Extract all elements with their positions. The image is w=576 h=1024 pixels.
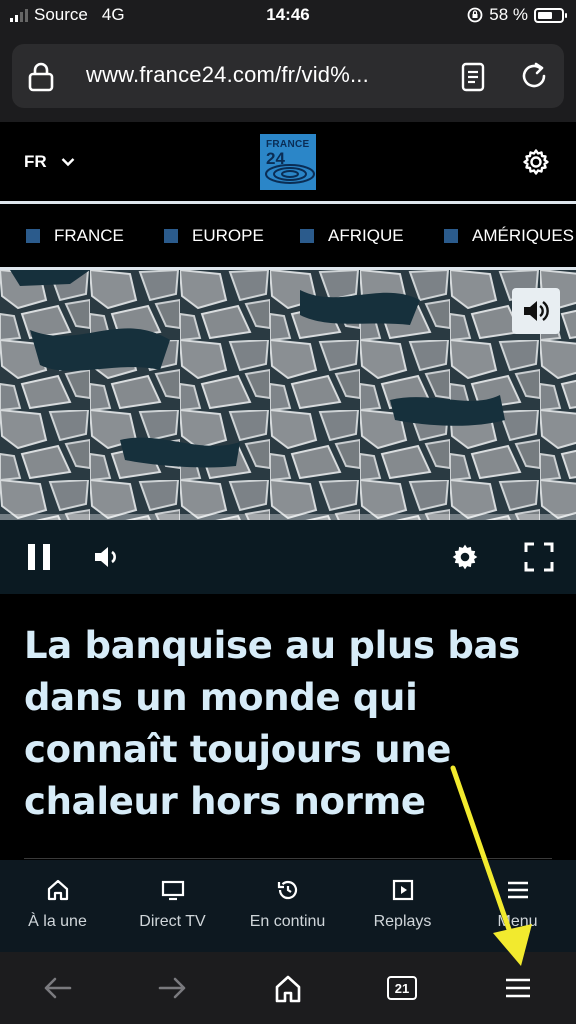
volume-icon[interactable] [92,542,122,572]
browser-address-area: www.france24.com/fr/vid%... [0,32,576,122]
category-label: FRANCE [54,226,124,245]
nav-label: Replays [373,913,432,930]
pause-icon[interactable] [26,542,52,572]
unmute-button[interactable] [512,288,560,334]
category-marker [300,229,314,243]
category-marker [164,229,178,243]
nav-label: Direct TV [139,913,206,930]
browser-menu-icon[interactable] [504,974,532,1002]
chevron-down-icon [61,158,75,167]
tabs-button[interactable]: 21 [387,976,417,1000]
category-label: EUROPE [192,226,264,245]
video-settings-icon[interactable] [450,542,480,572]
status-right: 58 % [467,5,567,25]
home-button-icon[interactable] [274,974,302,1004]
video-controls [0,520,576,594]
site-bottom-nav: À la une Direct TV En continu Replays Me… [0,860,576,952]
menu-icon [507,881,528,899]
video-player[interactable] [0,270,576,520]
home-icon [47,879,68,901]
category-marker [26,229,40,243]
logo-waves-icon [265,164,315,184]
category-afrique[interactable]: AFRIQUE [300,226,404,246]
language-selector[interactable]: FR [24,152,75,172]
category-marker [444,229,458,243]
replay-icon [392,879,413,901]
fullscreen-icon[interactable] [524,542,554,572]
nav-item-menu[interactable]: Menu [460,860,575,952]
nav-item-replays[interactable]: Replays [345,860,460,952]
nav-item-en-continu[interactable]: En continu [230,860,345,952]
back-arrow-icon[interactable] [42,974,74,1002]
url-text[interactable]: www.france24.com/fr/vid%... [86,62,369,88]
nav-label: À la une [28,913,87,930]
reload-icon[interactable] [518,60,550,92]
speaker-icon [524,301,549,321]
category-label: AMÉRIQUES [472,226,575,245]
history-icon [277,880,297,900]
address-bar[interactable]: www.france24.com/fr/vid%... [12,44,564,108]
category-nav: FRANCE EUROPE AFRIQUE AMÉRIQUES [0,204,576,268]
nav-item-a-la-une[interactable]: À la une [0,860,115,952]
orientation-lock-icon [467,7,483,23]
video-frame-sea-ice [0,270,576,520]
article-headline: La banquise au plus bas dans un monde qu… [24,624,520,823]
reader-mode-icon[interactable] [460,62,486,92]
tv-icon [161,880,184,901]
category-ameriques[interactable]: AMÉRIQUES [444,226,574,246]
france24-logo[interactable]: FRANCE 24 [260,134,316,190]
site-header: FR FRANCE 24 [0,122,576,200]
category-france[interactable]: FRANCE [26,226,124,246]
nav-label: Menu [497,913,538,930]
browser-toolbar: 21 [0,952,576,1024]
lock-icon [28,62,54,92]
nav-item-direct-tv[interactable]: Direct TV [115,860,230,952]
forward-arrow-icon[interactable] [156,974,188,1002]
category-label: AFRIQUE [328,226,404,245]
battery-icon [534,7,567,23]
settings-gear-icon[interactable] [522,148,550,176]
category-europe[interactable]: EUROPE [164,226,264,246]
article: La banquise au plus bas dans un monde qu… [0,594,576,860]
status-bar: Source 4G 14:46 58 % [0,0,576,32]
language-label: FR [24,152,47,171]
article-divider [24,858,552,859]
nav-label: En continu [249,913,326,930]
battery-percent: 58 % [489,5,528,24]
